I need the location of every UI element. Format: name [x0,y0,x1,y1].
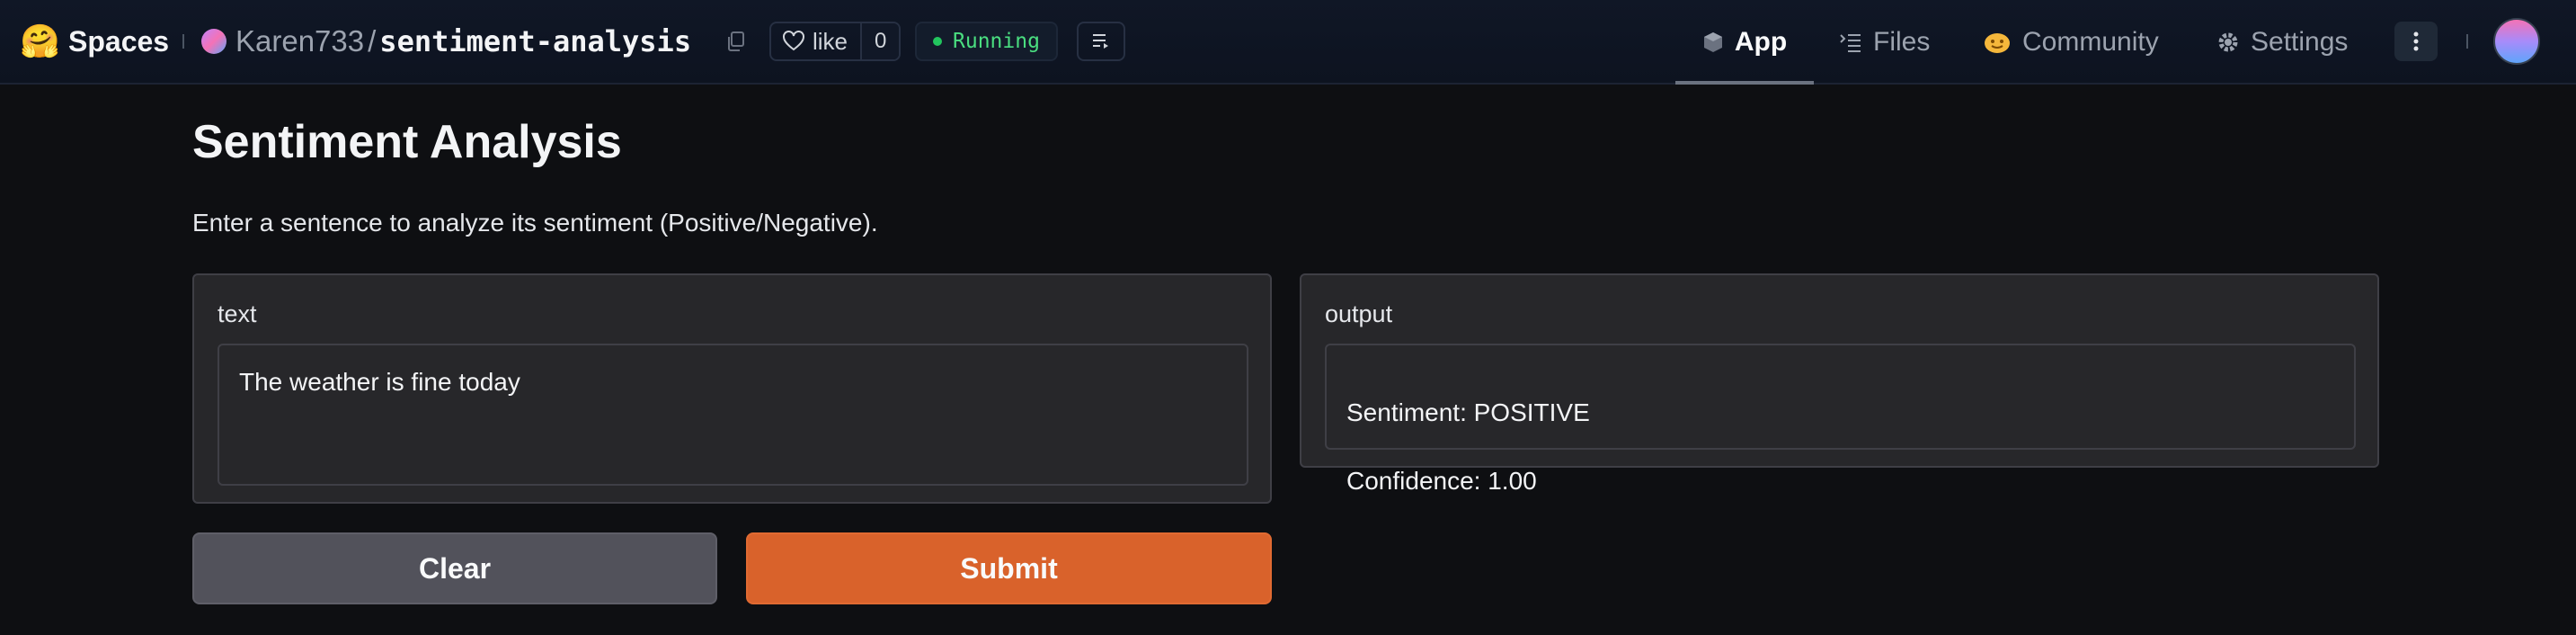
tab-files[interactable]: Files [1839,0,1930,85]
logs-icon [1093,34,1108,49]
spaces-label: Spaces [68,24,170,58]
top-navbar: 🤗 Spaces Karen733 / sentiment-analysis l… [0,0,2576,85]
output-textbox: Sentiment: POSITIVE Confidence: 1.00 [1325,344,2356,495]
like-button[interactable]: like [771,23,860,59]
hugging-face-logo-icon: 🤗 [20,22,60,59]
status-badge[interactable]: Running [915,22,1058,61]
owner-link[interactable]: Karen733 [235,24,364,58]
clear-button[interactable]: Clear [192,532,717,604]
tab-settings[interactable]: Settings [2216,0,2348,85]
text-input[interactable]: The weather is fine today [218,344,1248,486]
gear-icon [2216,31,2240,54]
repo-breadcrumb: Karen733 / sentiment-analysis [201,20,691,63]
input-label: text [218,300,257,327]
page-title: Sentiment Analysis [192,116,622,168]
submit-button[interactable]: Submit [746,532,1272,604]
like-label: like [813,27,848,55]
community-icon [1983,30,2012,55]
breadcrumb-separator: / [368,24,377,58]
files-icon [1839,31,1862,53]
tab-files-label: Files [1873,27,1931,57]
page-description: Enter a sentence to analyze its sentimen… [192,209,878,237]
output-sentiment: Sentiment: POSITIVE [1346,398,1590,426]
output-panel: output Sentiment: POSITIVE Confidence: 1… [1300,273,2379,495]
output-confidence: Confidence: 1.00 [1346,467,1537,495]
like-group: like 0 [769,22,902,61]
logs-button[interactable] [1077,22,1125,61]
like-count[interactable]: 0 [860,23,900,59]
kebab-menu-icon [2413,31,2419,51]
repo-name-link[interactable]: sentiment-analysis [379,24,691,58]
tab-app-label: App [1734,27,1788,57]
output-label: output [1325,300,1393,327]
tab-settings-label: Settings [2251,27,2349,57]
tab-app[interactable]: App [1675,0,1814,85]
tab-community-label: Community [2022,27,2159,57]
more-options-button[interactable] [2394,22,2438,61]
status-dot-icon [933,37,942,46]
divider [2466,34,2468,49]
user-avatar[interactable] [2493,18,2540,65]
tab-community[interactable]: Community [1983,0,2159,85]
input-panel: text The weather is fine today [192,273,1272,504]
heart-icon [783,31,804,51]
cube-icon [1702,31,1724,54]
copy-icon[interactable] [726,31,746,52]
divider [182,34,184,49]
owner-avatar[interactable] [201,29,227,54]
spaces-home-link[interactable]: 🤗 Spaces [20,22,169,61]
status-text: Running [953,30,1040,53]
